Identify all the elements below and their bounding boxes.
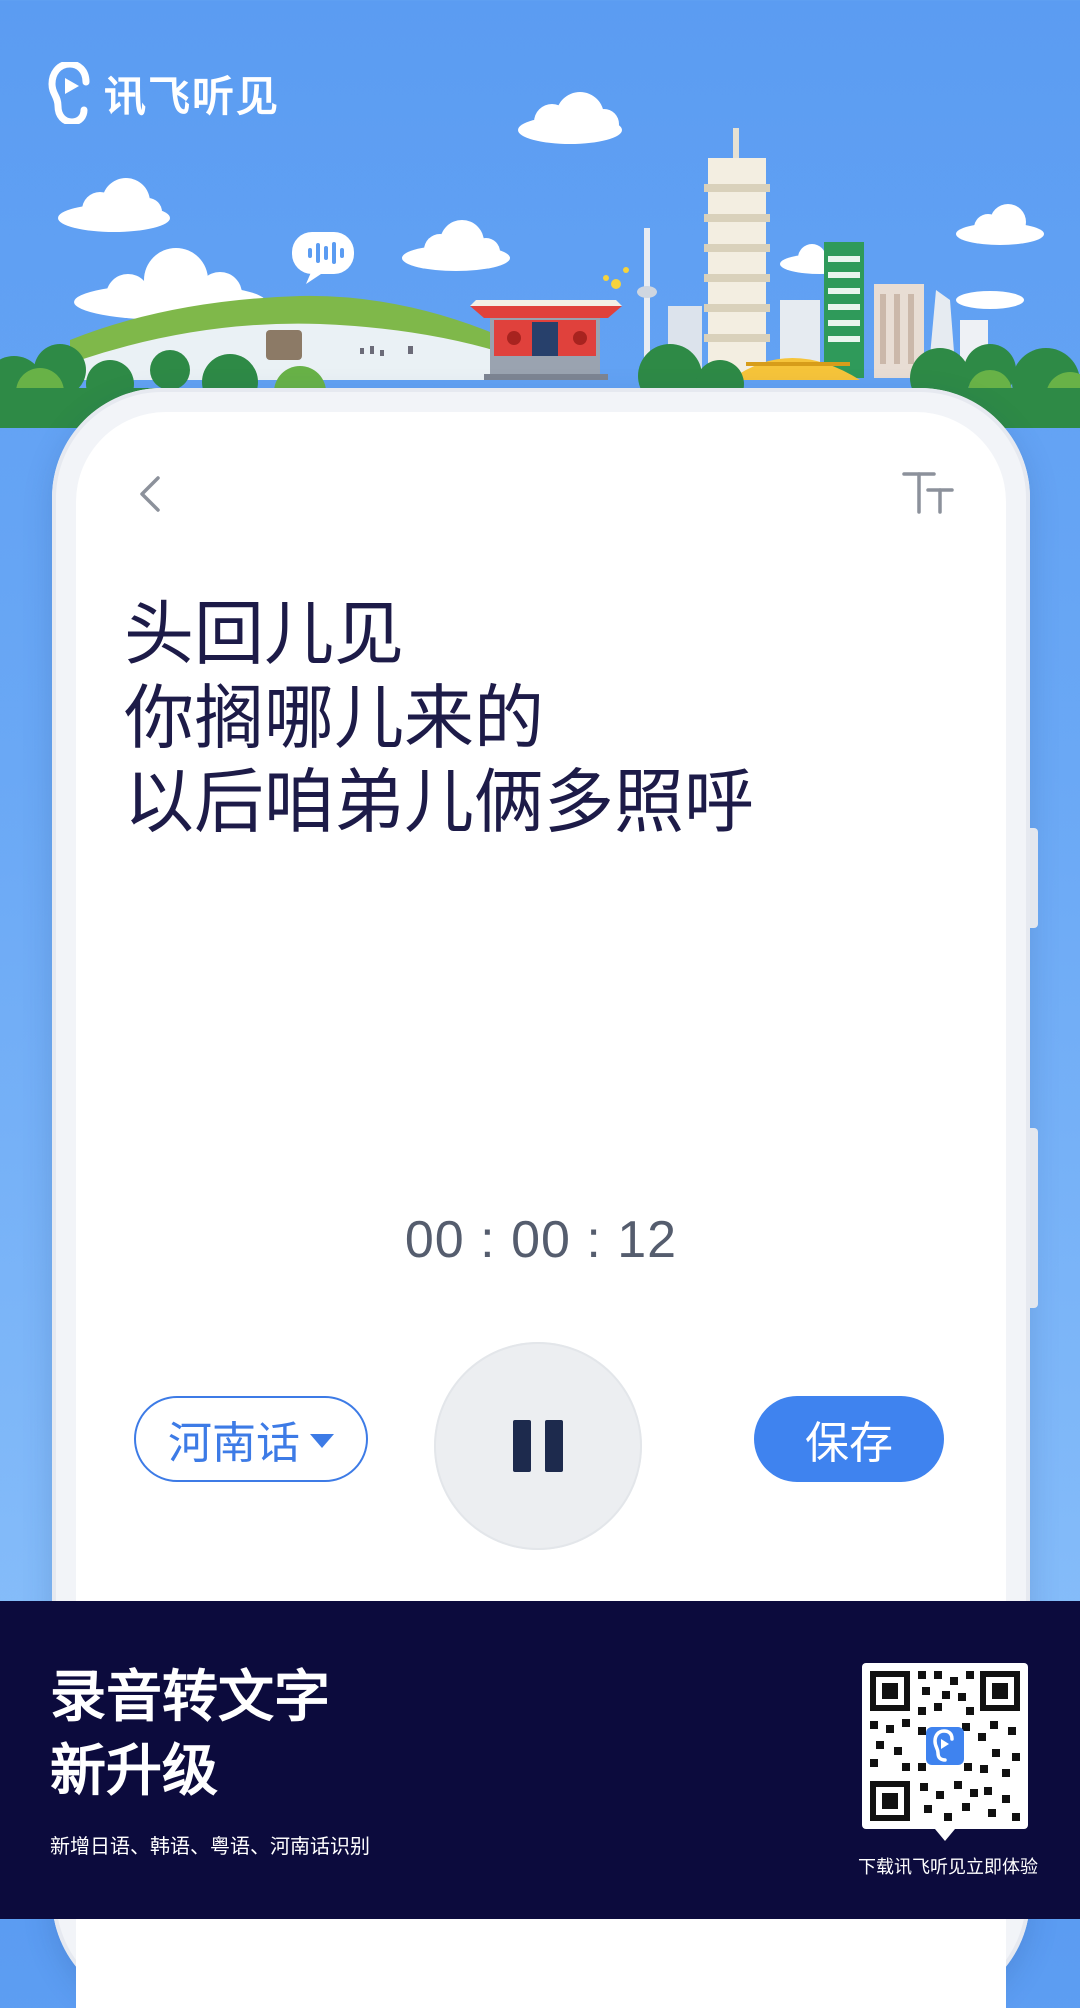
temple: [470, 300, 622, 380]
city-skyline-illustration: [0, 92, 1080, 428]
headline-line: 新升级: [50, 1739, 218, 1804]
save-button[interactable]: 保存: [754, 1396, 944, 1482]
transcript-text: 头回儿见 你搁哪儿来的 以后咱弟儿俩多照呼: [124, 592, 966, 844]
voice-bubble-icon: [292, 232, 354, 284]
pause-icon: [513, 1420, 531, 1472]
download-qr-code[interactable]: [862, 1663, 1028, 1841]
qr-pointer: [935, 1829, 955, 1841]
font-size-icon[interactable]: [900, 464, 956, 524]
pagoda-tower: [704, 128, 770, 378]
transcript-line: 以后咱弟儿俩多照呼: [124, 761, 754, 843]
recording-timer: 00 : 00 : 12: [404, 1211, 678, 1269]
dialect-select[interactable]: 河南话: [134, 1396, 368, 1482]
chevron-left-icon[interactable]: [128, 470, 172, 518]
caret-down-icon: [310, 1434, 334, 1448]
promo-subtitle: 新增日语、韩语、粤语、河南话识别: [50, 1834, 370, 1858]
headline-line: 录音转文字: [50, 1665, 330, 1730]
promo-footer: 录音转文字 新升级 新增日语、韩语、粤语、河南话识别 下载讯飞听见立即体验: [0, 1601, 1080, 1919]
phone-side-button: [1030, 828, 1038, 928]
transcript-line: 你搁哪儿来的: [124, 677, 544, 759]
phone-side-button: [1030, 1128, 1038, 1308]
pause-button[interactable]: [434, 1342, 642, 1550]
pause-icon: [545, 1420, 563, 1472]
promo-headline: 录音转文字 新升级: [50, 1661, 330, 1809]
transcript-line: 头回儿见: [124, 593, 404, 675]
qr-code-icon: [870, 1671, 1020, 1821]
qr-caption: 下载讯飞听见立即体验: [858, 1857, 1038, 1878]
dialect-label: 河南话: [168, 1418, 300, 1469]
